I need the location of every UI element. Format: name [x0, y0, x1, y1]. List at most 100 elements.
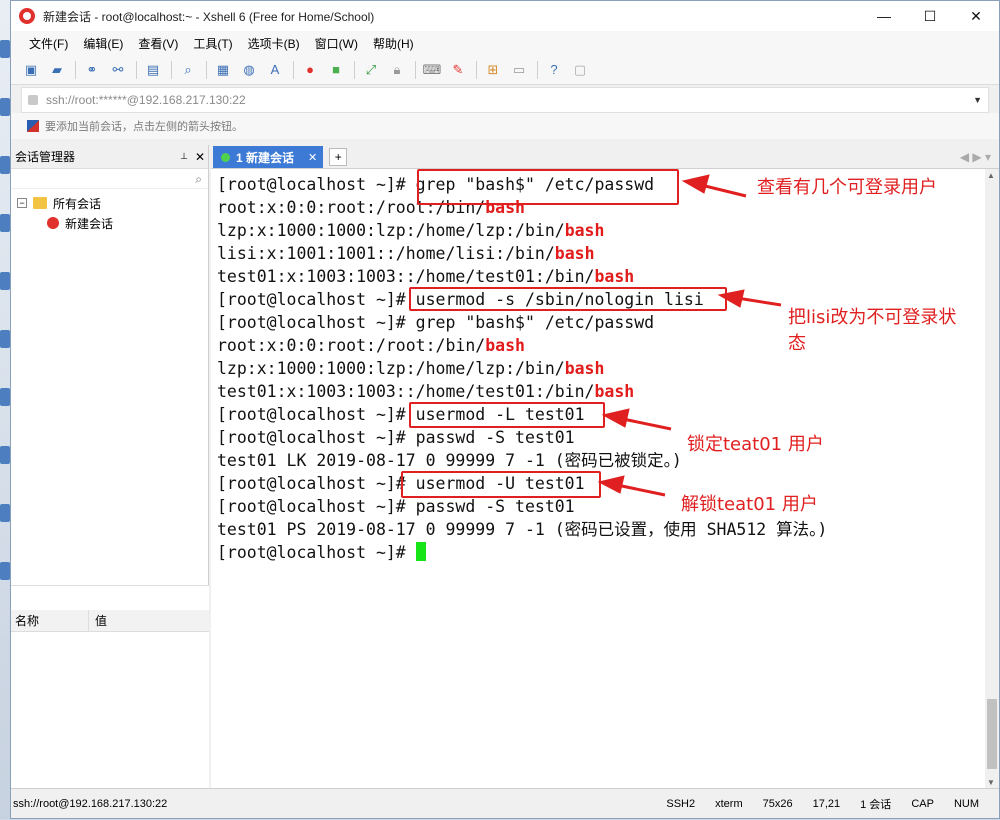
collapse-icon[interactable]: − — [17, 198, 27, 208]
session-search-input[interactable]: ⌕ — [11, 169, 208, 189]
keyboard-icon[interactable]: ⌨ — [422, 60, 442, 80]
toolbar-divider — [476, 60, 477, 79]
menu-window[interactable]: 窗口(W) — [315, 35, 358, 52]
pin-icon[interactable]: ⊥ — [176, 151, 192, 162]
globe-icon[interactable]: ◍ — [239, 60, 259, 80]
terminal-line: test01 PS 2019-08-17 0 99999 7 -1 (密码已设置… — [217, 518, 977, 541]
tile-icon[interactable]: ▭ — [509, 60, 529, 80]
properties-header: 名称 值 — [11, 609, 209, 632]
search-icon[interactable]: ⌕ — [195, 172, 202, 187]
tab-close-icon[interactable]: ✕ — [308, 151, 317, 164]
session-manager-title: 会话管理器 — [15, 150, 76, 164]
menu-help[interactable]: 帮助(H) — [373, 35, 414, 52]
window-title: 新建会话 - root@localhost:~ - Xshell 6 (Free… — [43, 9, 375, 24]
status-size: 75x26 — [762, 797, 793, 810]
status-connection: ssh://root@192.168.217.130:22 — [13, 797, 168, 810]
lock-icon[interactable]: 🔒︎ — [387, 60, 407, 80]
session-icon — [47, 217, 59, 229]
open-folder-icon[interactable]: ▰ — [47, 60, 67, 80]
tab-bar: 1 新建会话 ✕ + ◀ ▶ ▾ — [211, 145, 999, 169]
scroll-down-icon[interactable]: ▼ — [987, 778, 995, 787]
terminal-line: lisi:x:1001:1001::/home/lisi:/bin/bash — [217, 242, 977, 265]
menu-bar: 文件(F) 编辑(E) 查看(V) 工具(T) 选项卡(B) 窗口(W) 帮助(… — [11, 31, 999, 55]
terminal-line: [root@localhost ~]# — [217, 541, 977, 564]
annotation-line: 态 — [788, 333, 806, 354]
terminal-text: test01 LK 2019-08-17 0 99999 7 -1 (密码已被锁… — [217, 451, 682, 470]
status-num: NUM — [953, 797, 979, 810]
connect-icon[interactable]: ⚭ — [82, 60, 102, 80]
toolbar-divider — [75, 60, 76, 79]
terminal-text: test01:x:1003:1003::/home/test01:/bin/ — [217, 267, 595, 286]
address-input[interactable]: ssh://root:******@192.168.217.130:22 — [46, 93, 973, 107]
status-dot-icon — [221, 152, 230, 162]
status-cursor-pos: 17,21 — [812, 797, 841, 810]
terminal-line: test01 LK 2019-08-17 0 99999 7 -1 (密码已被锁… — [217, 449, 977, 472]
highlight-box-usermod-U — [401, 471, 601, 498]
properties-icon[interactable]: ▤ — [143, 60, 163, 80]
font-icon[interactable]: A — [265, 60, 285, 80]
fullscreen-icon[interactable]: ⤢ — [361, 60, 381, 80]
vertical-scrollbar[interactable]: ▲ ▼ — [985, 169, 999, 789]
tree-node-all-sessions[interactable]: − 所有会话 — [17, 193, 208, 213]
toolbar-divider — [354, 60, 355, 79]
terminal-highlight-text: bash — [594, 267, 635, 286]
menu-edit[interactable]: 编辑(E) — [83, 35, 123, 52]
terminal-line: [root@localhost ~]# passwd -S test01 — [217, 426, 977, 449]
terminal-line: lzp:x:1000:1000:lzp:/home/lzp:/bin/bash — [217, 357, 977, 380]
scroll-up-icon[interactable]: ▲ — [987, 171, 995, 180]
xftp-icon[interactable]: ■ — [326, 60, 346, 80]
menu-tabs[interactable]: 选项卡(B) — [248, 35, 300, 52]
chevron-down-icon[interactable]: ▼ — [973, 95, 988, 105]
terminal-line: test01:x:1003:1003::/home/test01:/bin/ba… — [217, 380, 977, 403]
xshell-icon[interactable]: ● — [300, 60, 320, 80]
find-icon[interactable]: ⌕ — [178, 60, 198, 80]
maximize-button[interactable]: ☐ — [907, 1, 953, 31]
toolbar-divider — [206, 60, 207, 79]
tree-node-label: 新建会话 — [65, 216, 114, 231]
help-icon[interactable]: ? — [544, 60, 564, 80]
terminal-output[interactable]: [root@localhost ~]# grep "bash$" /etc/pa… — [217, 173, 977, 763]
layout-icon[interactable]: ▦ — [213, 60, 233, 80]
toolbar-divider — [136, 60, 137, 79]
tree-node-label: 所有会话 — [53, 196, 102, 211]
status-protocol: SSH2 — [666, 797, 696, 810]
address-bar[interactable]: ssh://root:******@192.168.217.130:22 ▼ — [21, 87, 989, 113]
highlight-box-usermod-s — [409, 287, 727, 311]
menu-tools[interactable]: 工具(T) — [193, 35, 232, 52]
scrollbar-thumb[interactable] — [987, 699, 997, 769]
terminal-highlight-text: bash — [594, 382, 635, 401]
terminal-text: lzp:x:1000:1000:lzp:/home/lzp:/bin/ — [217, 359, 565, 378]
terminal-text: lisi:x:1001:1001::/home/lisi:/bin/ — [217, 244, 555, 263]
chat-icon[interactable]: ▢ — [570, 60, 590, 80]
new-session-icon[interactable]: ▣ — [21, 60, 41, 80]
column-value[interactable]: 值 — [89, 612, 107, 629]
tab-nav-arrows[interactable]: ◀ ▶ ▾ — [347, 146, 999, 168]
annotation-unlock-user: 解锁teat01 用户 — [681, 494, 818, 515]
xshell-window: 新建会话 - root@localhost:~ - Xshell 6 (Free… — [10, 0, 1000, 819]
terminal-text: [root@localhost ~]# — [217, 543, 416, 562]
toolbar-divider — [171, 60, 172, 79]
tab-new-session[interactable]: 1 新建会话 ✕ — [213, 146, 324, 168]
terminal-highlight-text: bash — [564, 221, 605, 240]
annotation-line: 把lisi改为不可登录状 — [788, 307, 957, 328]
bookmark-arrow-icon[interactable] — [27, 120, 39, 132]
folder-icon — [33, 197, 47, 209]
close-icon[interactable]: ✕ — [192, 150, 208, 164]
highlight-icon[interactable]: ✎ — [448, 60, 468, 80]
column-name[interactable]: 名称 — [11, 609, 89, 632]
toolbar: ▣ ▰ ⚭ ⚯ ▤ ⌕ ▦ ◍ A ● ■ ⤢ 🔒︎ ⌨ ✎ ⊞ ▭ ? ▢ — [11, 55, 999, 85]
menu-file[interactable]: 文件(F) — [29, 35, 68, 52]
add-tab-button[interactable]: + — [329, 148, 348, 166]
status-sessions: 1 会话 — [860, 798, 892, 811]
minimize-button[interactable]: — — [861, 1, 907, 31]
terminal-text: [root@localhost ~]# grep "bash$" /etc/pa… — [217, 313, 655, 332]
close-button[interactable]: ✕ — [953, 1, 999, 31]
tree-node-new-session[interactable]: 新建会话 — [17, 213, 208, 233]
script-icon[interactable]: ⊞ — [483, 60, 503, 80]
toolbar-divider — [537, 60, 538, 79]
menu-view[interactable]: 查看(V) — [138, 35, 178, 52]
disconnect-icon[interactable]: ⚯ — [108, 60, 128, 80]
terminal-cursor — [415, 542, 426, 561]
terminal-highlight-text: bash — [554, 244, 595, 263]
status-terminal-type: xterm — [715, 797, 743, 810]
